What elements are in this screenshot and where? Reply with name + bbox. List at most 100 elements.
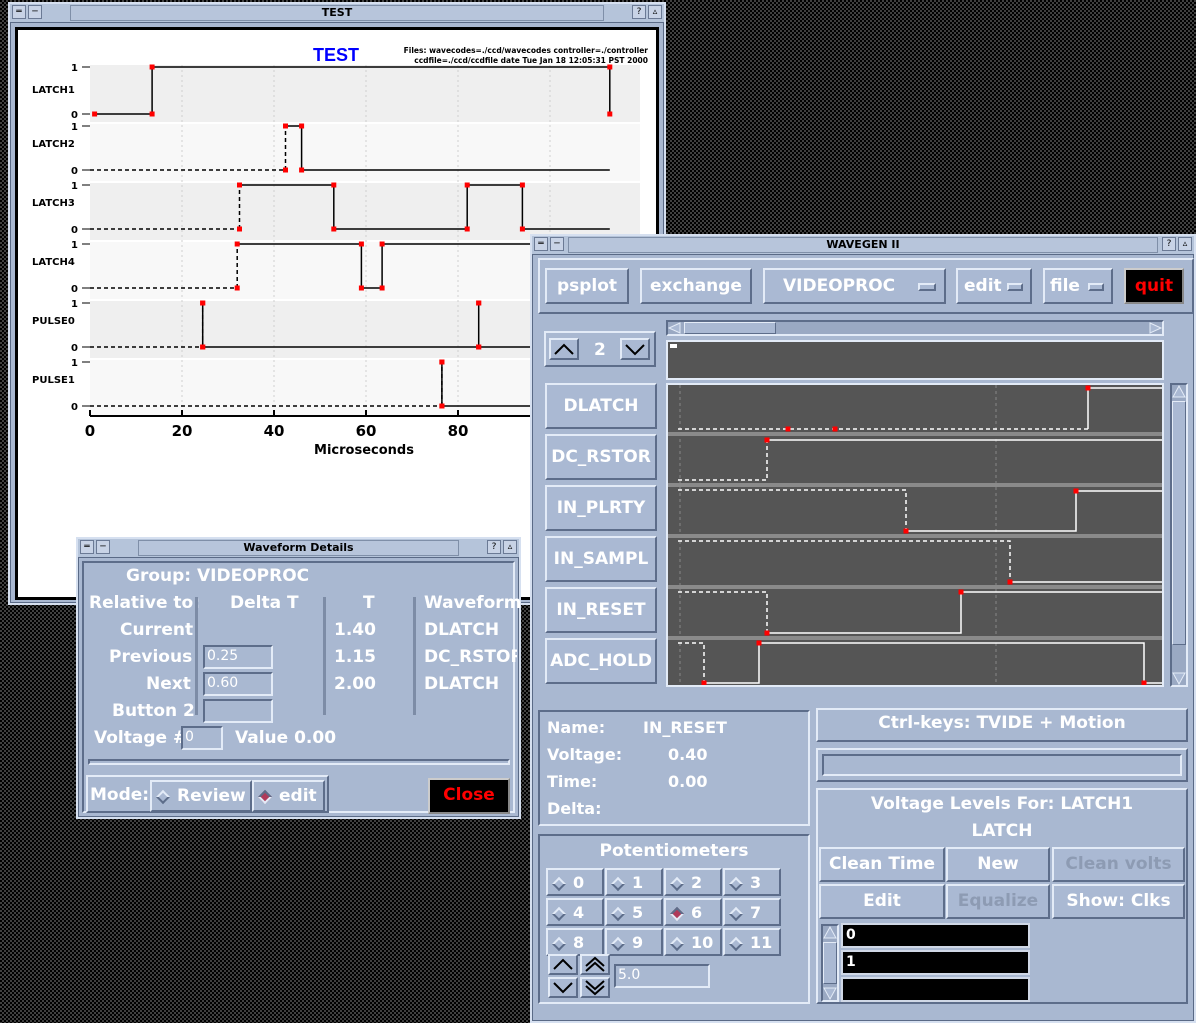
edge-marker — [464, 182, 470, 188]
pot-radio-7[interactable]: 7 — [723, 898, 781, 926]
help-icon[interactable]: ? — [487, 540, 501, 554]
levels-scroll-thumb[interactable] — [823, 942, 837, 984]
wave-marker[interactable] — [764, 437, 770, 443]
scroll-thumb[interactable] — [684, 322, 776, 334]
wave-marker[interactable] — [1141, 680, 1147, 686]
close-button[interactable]: Close — [428, 778, 510, 814]
wave-dashed-in_plrty — [678, 489, 907, 531]
pot-radio-3[interactable]: 3 — [723, 868, 781, 896]
edit-button[interactable]: Edit — [819, 884, 945, 919]
pot-radio-10[interactable]: 10 — [664, 928, 722, 956]
pot-radio-11[interactable]: 11 — [723, 928, 781, 956]
minimize-icon[interactable]: ─ — [550, 237, 564, 251]
minimize-icon[interactable]: ─ — [96, 540, 110, 554]
vscroll-thumb[interactable] — [1172, 401, 1186, 645]
scroll-right-icon[interactable] — [1148, 322, 1162, 334]
wave-marker[interactable] — [785, 426, 791, 432]
previous-delta-field[interactable]: 0.25 — [203, 645, 273, 669]
file-menu-button[interactable]: file — [1043, 268, 1113, 304]
wave-marker[interactable] — [903, 528, 909, 534]
wave-marker[interactable] — [764, 630, 770, 636]
maximize-icon[interactable]: ▵ — [648, 5, 662, 19]
equalize-button[interactable]: Equalize — [946, 884, 1050, 919]
signal-button-in_plrty[interactable]: IN_PLRTY — [545, 485, 657, 531]
pot-radio-1[interactable]: 1 — [605, 868, 663, 896]
psplot-button[interactable]: psplot — [545, 268, 629, 304]
group-menu-button[interactable]: VIDEOPROC — [763, 268, 946, 304]
details-scrollbar[interactable] — [88, 759, 510, 765]
level-field-0[interactable]: 0 — [841, 923, 1030, 948]
signal-button-in_sampl[interactable]: IN_SAMPL — [545, 536, 657, 582]
pot-radio-6[interactable]: 6 — [664, 898, 722, 926]
help-icon[interactable]: ? — [1162, 237, 1176, 251]
pot-radio-5[interactable]: 5 — [605, 898, 663, 926]
exchange-button[interactable]: exchange — [640, 268, 752, 304]
mode-review-radio[interactable]: Review — [150, 780, 252, 812]
clean-volts-button[interactable]: Clean volts — [1052, 847, 1185, 882]
next-delta-field[interactable]: 0.60 — [203, 672, 273, 696]
levels-scrollbar[interactable] — [821, 924, 839, 1002]
maximize-icon[interactable]: ▵ — [1178, 237, 1192, 251]
test-titlebar[interactable]: ═ ─ TEST ? ▵ — [10, 4, 664, 23]
wave-marker[interactable] — [832, 426, 838, 432]
edit-menu-button[interactable]: edit — [956, 268, 1032, 304]
pot-fast-down-button[interactable] — [580, 977, 610, 998]
wave-marker[interactable] — [1085, 385, 1091, 391]
button2-field[interactable] — [203, 699, 273, 723]
pot-fast-up-button[interactable] — [580, 954, 610, 975]
signal-button-adc_hold[interactable]: ADC_HOLD — [545, 638, 657, 684]
button2-label: Button 2 — [112, 701, 195, 721]
scroll-down-icon[interactable] — [1172, 671, 1186, 685]
row-band — [90, 124, 640, 181]
pot-value-field[interactable]: 5.0 — [614, 964, 710, 988]
signal-button-in_reset[interactable]: IN_RESET — [545, 587, 657, 633]
level-field-1[interactable]: 1 — [841, 950, 1030, 975]
waveform-current: DLATCH — [424, 620, 500, 640]
edge-marker — [519, 226, 525, 232]
wave-editor-panel[interactable] — [666, 383, 1164, 687]
window-menu-icon[interactable]: ═ — [80, 540, 94, 554]
wave-marker[interactable] — [1007, 579, 1013, 585]
pot-radio-2[interactable]: 2 — [664, 868, 722, 896]
new-button[interactable]: New — [946, 847, 1050, 882]
wave-marker[interactable] — [756, 640, 762, 646]
pot-radio-0[interactable]: 0 — [546, 868, 604, 896]
clean-time-button[interactable]: Clean Time — [819, 847, 945, 882]
wave-marker[interactable] — [1073, 488, 1079, 494]
horizontal-scrollbar[interactable] — [666, 320, 1164, 336]
value-text: Value 0.00 — [235, 728, 337, 748]
quit-button[interactable]: quit — [1124, 268, 1184, 304]
pot-radio-4[interactable]: 4 — [546, 898, 604, 926]
row-hi-label: 1 — [71, 122, 78, 133]
maximize-icon[interactable]: ▵ — [503, 540, 517, 554]
row-separator — [668, 585, 1162, 589]
scroll-left-icon[interactable] — [668, 322, 682, 334]
window-menu-icon[interactable]: ═ — [534, 237, 548, 251]
window-menu-icon[interactable]: ═ — [12, 5, 26, 19]
edge-marker — [234, 285, 240, 291]
details-titlebar[interactable]: ═ ─ Waveform Details ? ▵ — [78, 539, 519, 558]
scroll-up-icon[interactable] — [1172, 385, 1186, 399]
pot-up-button[interactable] — [548, 954, 578, 975]
pot-radio-8[interactable]: 8 — [546, 928, 604, 956]
pot-down-button[interactable] — [548, 977, 578, 998]
page-down-button[interactable] — [620, 338, 650, 360]
level-field-2[interactable] — [841, 977, 1030, 1002]
minimize-icon[interactable]: ─ — [28, 5, 42, 19]
vertical-scrollbar[interactable] — [1170, 383, 1188, 687]
scroll-up-icon[interactable] — [823, 926, 837, 940]
signal-button-dlatch[interactable]: DLATCH — [545, 383, 657, 429]
edge-marker — [439, 359, 445, 365]
pot-radio-9[interactable]: 9 — [605, 928, 663, 956]
scroll-down-icon[interactable] — [823, 986, 837, 1000]
wave-marker[interactable] — [958, 589, 964, 595]
wave-marker[interactable] — [701, 680, 707, 686]
page-up-button[interactable] — [549, 338, 579, 360]
signal-button-dc_rstor[interactable]: DC_RSTOR — [545, 434, 657, 480]
show-clks-button[interactable]: Show: Clks — [1052, 884, 1185, 919]
voltage-number-field[interactable]: 0 — [181, 726, 223, 750]
row-label-latch1: LATCH1 — [32, 85, 75, 96]
mode-edit-radio[interactable]: edit — [252, 780, 325, 812]
wavegen-titlebar[interactable]: ═ ─ WAVEGEN II ? ▵ — [532, 236, 1194, 255]
help-icon[interactable]: ? — [632, 5, 646, 19]
